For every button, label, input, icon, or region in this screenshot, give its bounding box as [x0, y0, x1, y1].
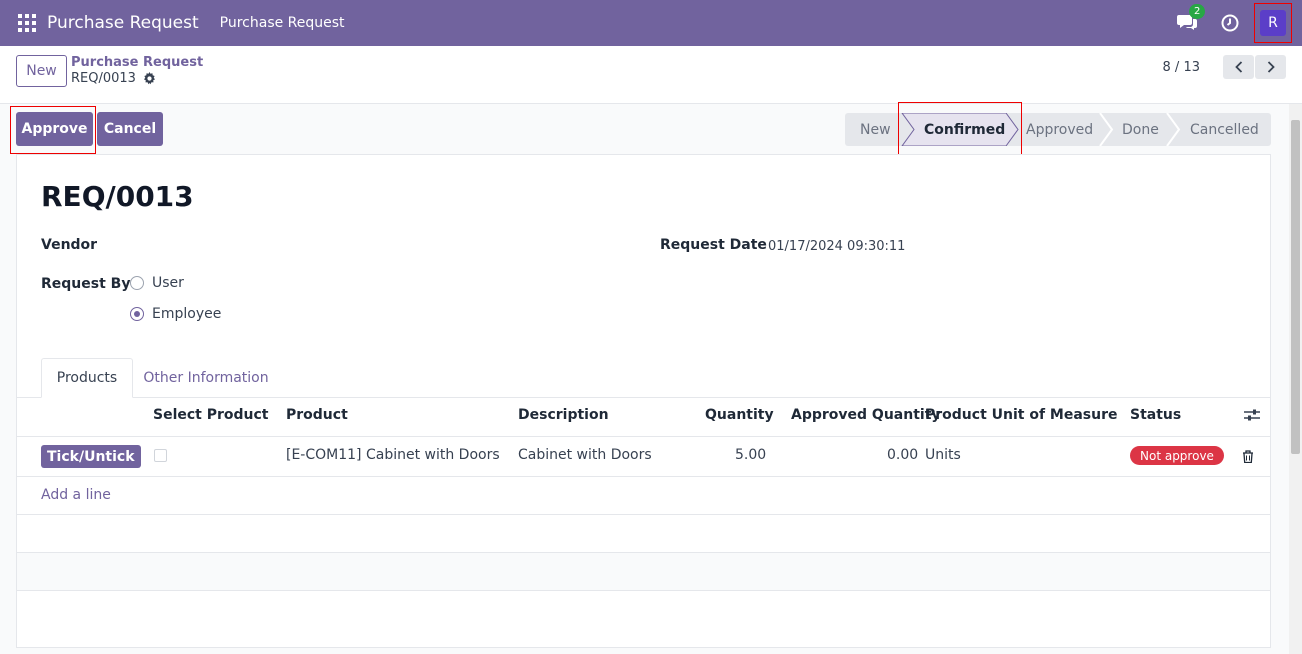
cell-quantity[interactable]: 5.00	[735, 447, 766, 463]
stage-cancelled[interactable]: Cancelled	[1190, 113, 1259, 146]
stage-divider	[1166, 113, 1181, 146]
clock-icon[interactable]	[1221, 14, 1239, 32]
tab-other-information[interactable]: Other Information	[141, 358, 271, 398]
col-uom[interactable]: Product Unit of Measure	[925, 407, 1118, 423]
cell-description[interactable]: Cabinet with Doors	[518, 447, 652, 463]
control-panel: New Purchase Request REQ/0013 8 / 13	[0, 46, 1302, 104]
breadcrumb-current-label: REQ/0013	[71, 71, 136, 86]
menu-purchase-request[interactable]: Purchase Request	[220, 15, 345, 31]
radio-user[interactable]: User	[130, 275, 184, 291]
new-button[interactable]: New	[16, 55, 67, 87]
radio-employee-label: Employee	[152, 306, 222, 322]
stage-new[interactable]: New	[860, 113, 891, 146]
row-divider	[17, 476, 1270, 477]
select-product-checkbox[interactable]	[154, 449, 167, 462]
notebook-tabs: Products Other Information	[17, 358, 1270, 398]
breadcrumb-current: REQ/0013	[71, 71, 156, 86]
radio-user-label: User	[152, 275, 184, 291]
chat-icon[interactable]: 2	[1177, 4, 1206, 33]
tab-products[interactable]: Products	[41, 358, 133, 398]
breadcrumb-parent[interactable]: Purchase Request	[71, 55, 203, 70]
cell-product[interactable]: [E-COM11] Cabinet with Doors	[286, 447, 500, 463]
col-select-product[interactable]: Select Product	[153, 407, 269, 423]
pager-next-button[interactable]	[1255, 55, 1286, 79]
request-date-value[interactable]: 01/17/2024 09:30:11	[768, 239, 905, 254]
form-sheet: REQ/0013 Vendor Request Date 01/17/2024 …	[16, 154, 1271, 648]
page-scrollbar[interactable]	[1289, 104, 1302, 654]
tick-untick-button[interactable]: Tick/Untick	[41, 445, 141, 468]
top-navbar: Purchase Request Purchase Request 2 R	[0, 0, 1302, 46]
row-divider	[17, 590, 1270, 591]
vendor-label: Vendor	[41, 237, 98, 253]
radio-employee[interactable]: Employee	[130, 306, 221, 322]
status-badge: Not approve	[1130, 446, 1224, 465]
gear-icon[interactable]	[143, 72, 156, 85]
request-by-label: Request By	[41, 276, 131, 292]
status-row: Approve Cancel New Confirmed Approved Do…	[0, 102, 1289, 155]
trash-icon[interactable]	[1242, 450, 1254, 463]
scrollbar-thumb[interactable]	[1291, 120, 1300, 454]
record-title: REQ/0013	[41, 180, 194, 213]
pager-value[interactable]: 8 / 13	[1163, 60, 1200, 75]
col-description[interactable]: Description	[518, 407, 609, 423]
chevron-left-icon	[1234, 61, 1242, 73]
col-approved-quantity[interactable]: Approved Quantity	[791, 407, 941, 423]
request-date-label: Request Date	[660, 237, 767, 253]
stage-done[interactable]: Done	[1122, 113, 1159, 146]
column-settings-icon[interactable]	[1244, 408, 1260, 422]
stage-approved[interactable]: Approved	[1026, 113, 1093, 146]
app-grid-icon[interactable]	[18, 14, 36, 32]
cancel-button[interactable]: Cancel	[97, 112, 163, 146]
col-status[interactable]: Status	[1130, 407, 1181, 423]
avatar-highlight: R	[1254, 3, 1292, 43]
stage-divider	[1099, 113, 1114, 146]
col-product[interactable]: Product	[286, 407, 348, 423]
radio-employee-dot[interactable]	[130, 307, 144, 321]
approve-button[interactable]: Approve	[16, 112, 93, 146]
add-line-link[interactable]: Add a line	[41, 487, 111, 503]
radio-user-dot[interactable]	[130, 276, 144, 290]
row-divider	[17, 436, 1270, 437]
cell-uom[interactable]: Units	[925, 447, 961, 463]
col-quantity[interactable]: Quantity	[705, 407, 774, 423]
empty-row	[17, 553, 1270, 591]
app-brand[interactable]: Purchase Request	[47, 13, 199, 33]
pager-previous-button[interactable]	[1223, 55, 1254, 79]
chat-count-badge: 2	[1189, 4, 1206, 19]
cell-approved-quantity[interactable]: 0.00	[887, 447, 918, 463]
confirmed-highlight	[898, 102, 1022, 155]
chevron-right-icon	[1267, 61, 1275, 73]
user-avatar[interactable]: R	[1260, 10, 1286, 36]
empty-row	[17, 515, 1270, 553]
